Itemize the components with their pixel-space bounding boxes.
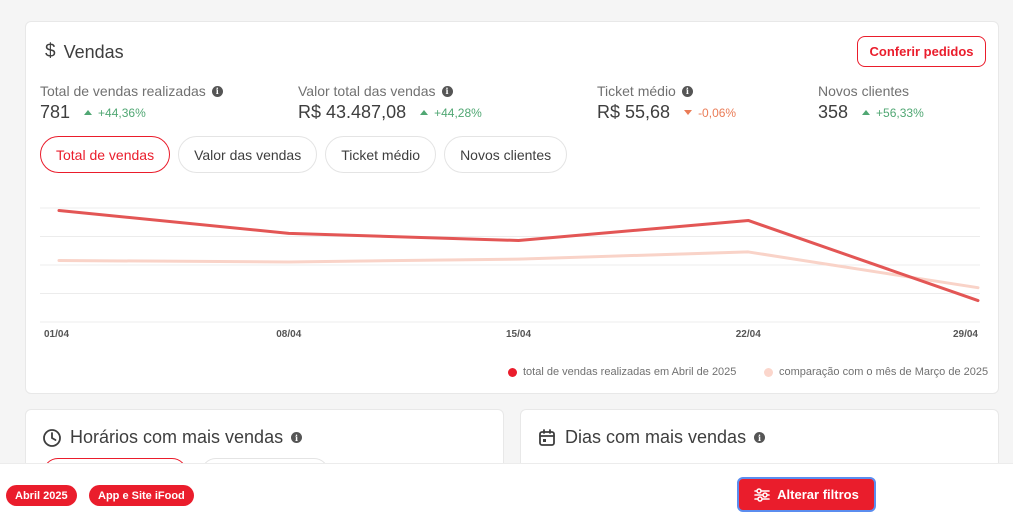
series-line-current	[57, 208, 980, 303]
info-icon[interactable]: i	[754, 432, 766, 443]
sales-line-chart: 01/04 08/04 15/04 22/04 29/04	[40, 207, 980, 340]
x-tick-label: 29/04	[953, 329, 978, 340]
clock-icon	[43, 428, 61, 447]
legend-dot	[764, 367, 773, 377]
bottom-filter-bar: Abril 2025 App e Site iFood Alterar filt…	[0, 463, 1013, 519]
sliders-icon	[754, 487, 770, 502]
hours-title: Horários com mais vendas i	[42, 427, 303, 448]
series-line-comparison	[57, 250, 980, 290]
x-tick-label: 08/04	[276, 329, 301, 340]
x-tick-label: 01/04	[44, 329, 69, 340]
calendar-icon	[539, 428, 555, 446]
alterar-filtros-button[interactable]: Alterar filtros	[737, 477, 876, 512]
dashboard-page: $ Vendas Conferir pedidos Total de venda…	[0, 0, 1013, 519]
days-title: Dias com mais vendas i	[537, 427, 766, 448]
sales-card: $ Vendas Conferir pedidos Total de venda…	[25, 21, 999, 394]
x-tick-label: 15/04	[506, 329, 531, 340]
filter-chip-period[interactable]: Abril 2025	[6, 485, 77, 506]
filter-chip-channel[interactable]: App e Site iFood	[89, 485, 194, 506]
x-tick-label: 22/04	[736, 329, 761, 340]
legend-item-comparison: comparação com o mês de Março de 2025	[764, 366, 988, 378]
legend-dot	[508, 367, 517, 377]
info-icon[interactable]: i	[291, 432, 303, 443]
legend-item-current: total de vendas realizadas em Abril de 2…	[508, 366, 736, 378]
